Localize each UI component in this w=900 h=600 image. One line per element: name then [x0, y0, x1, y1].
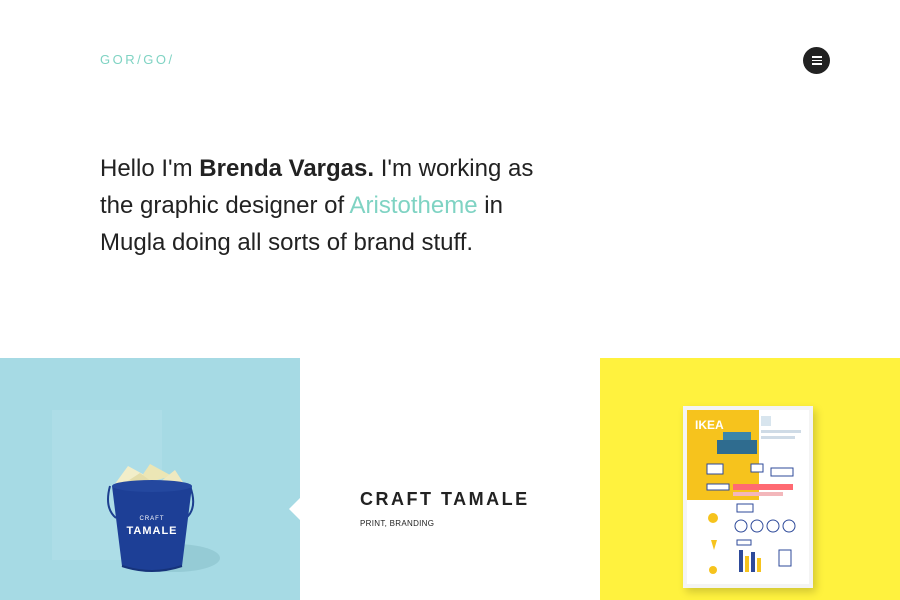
hamburger-icon-line [811, 59, 822, 62]
bucket-illustration: CRAFT TAMALE [52, 410, 220, 572]
intro-greeting: Hello I'm [100, 155, 200, 182]
intro-name: Brenda Vargas. [199, 155, 375, 182]
infographic-poster: IKEA [683, 406, 813, 588]
project-image-left[interactable]: CRAFT TAMALE [0, 358, 300, 600]
project-title[interactable]: CRAFT TAMALE [360, 489, 530, 510]
bucket-label-top: CRAFT [140, 516, 165, 522]
company-link[interactable]: Aristotheme [350, 192, 478, 219]
project-info-panel[interactable] [300, 358, 600, 600]
hamburger-icon [811, 56, 822, 58]
project-tags: PRINT, BRANDING [360, 519, 435, 528]
project-image-right[interactable]: IKEA [600, 358, 900, 600]
site-logo[interactable]: GOR/GO/ [100, 52, 175, 67]
menu-button[interactable] [803, 47, 830, 74]
intro-text: Hello I'm Brenda Vargas. I'm working as … [100, 150, 560, 261]
poster-graphics [706, 416, 801, 574]
bucket-label-main: TAMALE [126, 525, 177, 537]
panel-pointer [289, 497, 301, 521]
hamburger-icon-line [811, 63, 822, 65]
